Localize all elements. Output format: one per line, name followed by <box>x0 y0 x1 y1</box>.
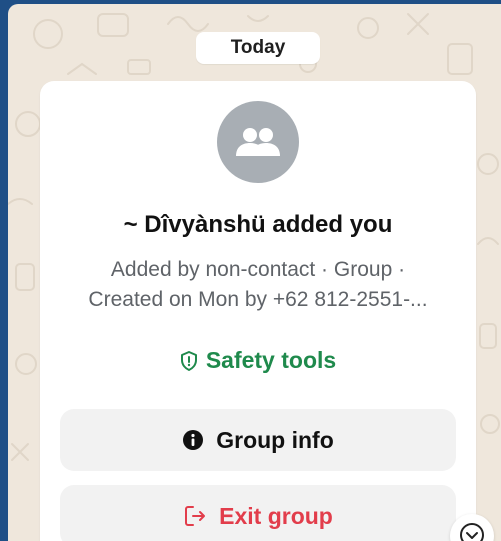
exit-group-label: Exit group <box>219 502 333 529</box>
chat-window: Today ~ Dîvyànshü added you Added by non… <box>8 4 501 541</box>
exit-group-button[interactable]: Exit group <box>60 485 456 541</box>
group-subtitle: Added by non-contact · Group · Created o… <box>60 255 456 315</box>
group-info-label: Group info <box>216 426 334 453</box>
exit-icon <box>185 506 206 526</box>
subtitle-line-2: Created on Mon by +62 812-2551-... <box>88 288 428 311</box>
group-system-card: ~ Dîvyànshü added you Added by non-conta… <box>40 81 476 541</box>
date-divider: Today <box>196 32 320 64</box>
shield-icon <box>180 350 197 371</box>
chevron-down-icon <box>460 523 484 541</box>
group-icon <box>236 128 280 156</box>
group-info-button[interactable]: Group info <box>60 409 456 471</box>
safety-tools-button[interactable]: Safety tools <box>40 347 476 374</box>
group-added-title: ~ Dîvyànshü added you <box>123 211 393 238</box>
group-avatar[interactable] <box>217 101 299 183</box>
safety-tools-label: Safety tools <box>205 347 337 373</box>
subtitle-line-1: Added by non-contact · Group · <box>110 258 406 281</box>
info-icon <box>183 430 204 450</box>
